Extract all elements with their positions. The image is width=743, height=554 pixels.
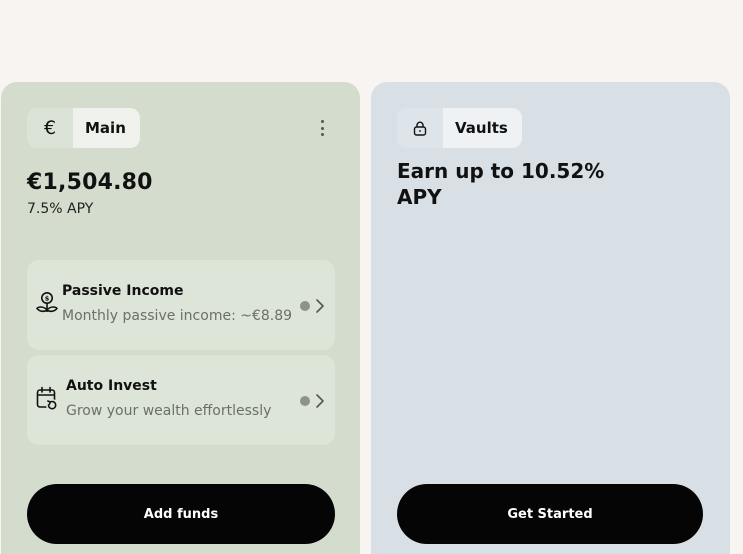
main-account-card: € Main €1,504.80 7.5% APY $ Passive Inco…	[1, 82, 360, 554]
auto-invest-title: Auto Invest	[66, 378, 157, 394]
chevron-right-icon	[316, 299, 324, 313]
more-dot	[320, 126, 324, 130]
main-account-tab[interactable]: € Main	[27, 108, 140, 148]
lock-icon	[397, 108, 443, 148]
passive-income-item[interactable]: $ Passive Income Monthly passive income:…	[27, 260, 335, 350]
account-balance: €1,504.80	[27, 170, 153, 195]
auto-invest-item[interactable]: Auto Invest Grow your wealth effortlessl…	[27, 355, 335, 445]
more-dot	[320, 120, 324, 123]
vaults-headline: Earn up to 10.52% APY	[397, 159, 605, 209]
auto-invest-subtitle: Grow your wealth effortlessly	[66, 403, 272, 419]
more-options-icon[interactable]	[316, 116, 328, 140]
more-dot	[320, 133, 324, 136]
passive-income-title: Passive Income	[62, 283, 184, 299]
passive-income-subtitle: Monthly passive income: ~€8.89	[62, 308, 293, 324]
calendar-repeat-icon	[36, 386, 58, 411]
svg-text:$: $	[45, 295, 50, 303]
euro-icon: €	[27, 108, 73, 148]
get-started-button[interactable]: Get Started	[397, 484, 703, 544]
status-dot	[300, 396, 310, 406]
status-dot	[300, 301, 310, 311]
plant-coin-icon: $	[36, 292, 58, 313]
main-account-label: Main	[73, 108, 140, 148]
vaults-label: Vaults	[443, 108, 522, 148]
chevron-right-icon	[316, 394, 324, 408]
account-apy: 7.5% APY	[27, 201, 94, 217]
add-funds-button[interactable]: Add funds	[27, 484, 335, 544]
vaults-tab[interactable]: Vaults	[397, 108, 522, 148]
vaults-card: Vaults Earn up to 10.52% APY Get Started	[371, 82, 730, 554]
